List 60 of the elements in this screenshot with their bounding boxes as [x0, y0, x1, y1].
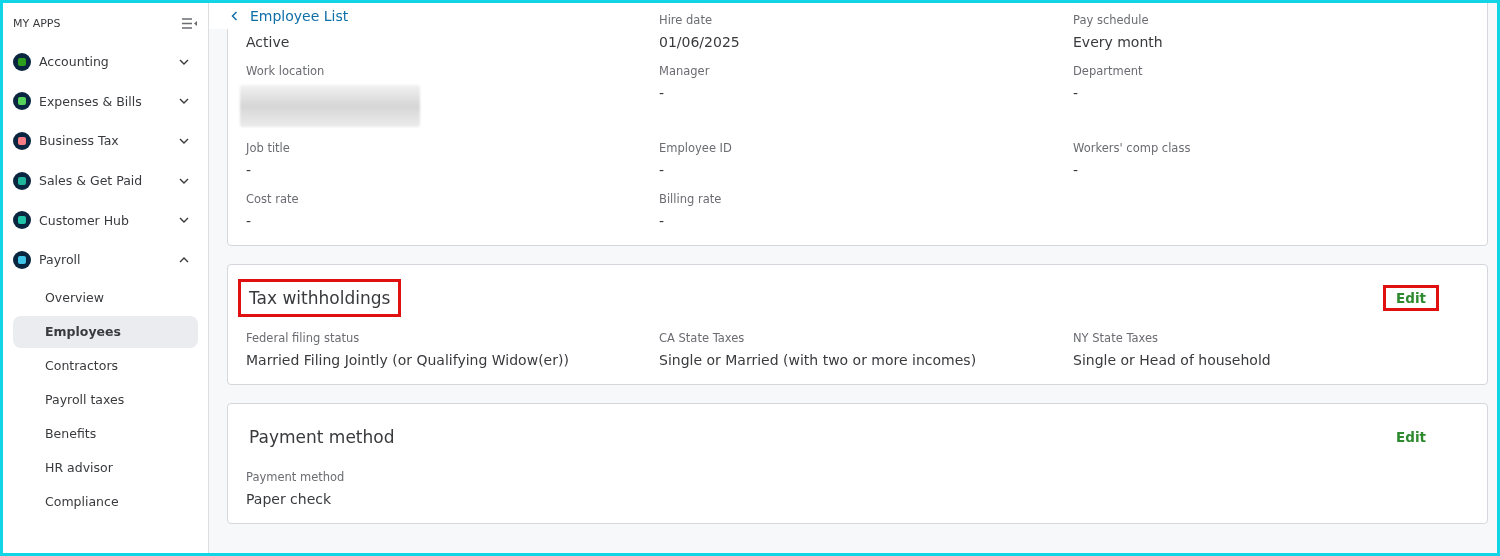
section-title: Payment method	[248, 426, 396, 449]
field-label: Department	[1073, 64, 1144, 78]
field-value: -	[246, 213, 253, 229]
section-title: Tax withholdings	[238, 279, 402, 317]
field-label: Work location	[246, 64, 326, 78]
sidebar-app-item[interactable]: Payroll	[13, 239, 198, 280]
field-label: Job title	[246, 141, 291, 155]
chevron-icon[interactable]	[178, 216, 190, 225]
chevron-icon[interactable]	[178, 255, 190, 264]
sidebar-app-item[interactable]: Business Tax	[13, 121, 198, 161]
field-value: -	[659, 213, 666, 229]
chevron-icon[interactable]	[178, 176, 190, 185]
sidebar-sub-item[interactable]: Compliance	[13, 485, 198, 518]
field-value: -	[659, 162, 666, 178]
field-value: -	[246, 162, 253, 178]
app-icon	[13, 132, 31, 150]
sidebar-sub-item[interactable]: Benefits	[13, 417, 198, 450]
collapse-menu-icon[interactable]	[182, 18, 198, 29]
field-value: Single or Married (with two or more incomes)	[659, 352, 978, 368]
sidebar-app-item[interactable]: Sales & Get Paid	[13, 160, 198, 201]
field-value: Every month	[1073, 34, 1164, 50]
chevron-icon[interactable]	[178, 57, 190, 66]
status-value: Active	[246, 34, 291, 50]
sidebar-sub-item[interactable]: Contractors	[13, 349, 198, 382]
app-icon	[13, 211, 31, 230]
sidebar-app-item[interactable]: Expenses & Bills	[13, 81, 198, 122]
field-value: -	[659, 85, 666, 101]
field-value: Single or Head of household	[1073, 352, 1272, 368]
sidebar-sub-item[interactable]: HR advisor	[13, 451, 198, 484]
field-label: Workers' comp class	[1073, 141, 1192, 155]
app-icon	[13, 92, 31, 111]
field-value: -	[1073, 162, 1080, 178]
field-label: Billing rate	[659, 192, 723, 206]
app-icon	[13, 171, 31, 190]
sidebar-app-item[interactable]: Accounting	[13, 42, 198, 82]
edit-button[interactable]: Edit	[1383, 424, 1439, 450]
field-value: 01/06/2025	[659, 34, 741, 50]
app-icon	[13, 52, 31, 71]
back-chevron-icon[interactable]	[231, 11, 238, 21]
sidebar-sub-item[interactable]: Payroll taxes	[13, 383, 198, 416]
sidebar-sub-item[interactable]: Employees	[13, 315, 198, 348]
app-icon	[13, 250, 31, 269]
field-label: Payment method	[246, 470, 346, 484]
field-value: Paper check	[246, 491, 333, 507]
field-label: Federal filing status	[246, 331, 361, 345]
chevron-icon[interactable]	[178, 137, 190, 145]
field-label: Manager	[659, 64, 711, 78]
field-value: Married Filing Jointly (or Qualifying Widow(er))	[246, 352, 570, 368]
sidebar-sub-item[interactable]: Overview	[13, 281, 198, 314]
edit-button[interactable]: Edit	[1383, 285, 1439, 311]
sidebar-heading: MY APPS	[13, 17, 61, 30]
field-value: -	[1073, 85, 1080, 101]
field-label: Cost rate	[246, 192, 300, 206]
field-label: CA State Taxes	[659, 331, 746, 345]
field-label: Pay schedule	[1073, 13, 1150, 27]
sidebar-app-item[interactable]: Customer Hub	[13, 200, 198, 240]
field-label: Employee ID	[659, 141, 733, 155]
chevron-icon[interactable]	[178, 97, 190, 106]
field-label: NY State Taxes	[1073, 331, 1160, 345]
field-label: Hire date	[659, 13, 713, 27]
